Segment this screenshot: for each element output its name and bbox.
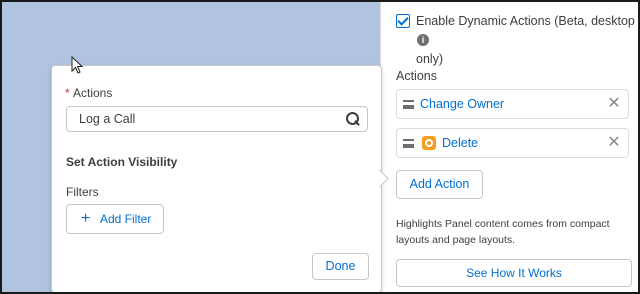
delete-action-icon <box>422 136 436 150</box>
filters-label: Filters <box>66 185 99 199</box>
dynamic-actions-checkbox[interactable] <box>396 14 410 28</box>
actions-search-value: Log a Call <box>79 112 136 126</box>
add-action-button[interactable]: Add Action <box>396 170 483 199</box>
properties-panel: Enable Dynamic Actions (Beta, desktopi on… <box>380 2 638 292</box>
drag-handle-icon[interactable] <box>403 100 414 109</box>
done-button[interactable]: Done <box>312 253 369 280</box>
required-marker: * <box>65 86 70 100</box>
dynamic-actions-label: Enable Dynamic Actions (Beta, desktopi on… <box>416 14 635 66</box>
remove-icon[interactable]: ✕ <box>606 95 622 113</box>
actions-section-label: Actions <box>396 69 437 83</box>
app-frame: Enable Dynamic Actions (Beta, desktopi on… <box>0 0 640 294</box>
action-item-change-owner[interactable]: Change Owner ✕ <box>396 89 629 119</box>
search-icon[interactable] <box>346 112 360 126</box>
add-filter-label: Add Filter <box>100 212 152 226</box>
actions-search-input[interactable]: Log a Call <box>66 106 368 132</box>
visibility-section-title: Set Action Visibility <box>66 155 178 169</box>
drag-handle-icon[interactable] <box>403 139 414 148</box>
help-text: Highlights Panel content comes from comp… <box>396 218 610 246</box>
actions-field-label: Actions <box>73 86 113 100</box>
action-item-label: Change Owner <box>420 97 505 111</box>
mouse-cursor-icon <box>71 56 84 74</box>
action-popover: * Actions Log a Call Set Action Visibili… <box>51 65 382 292</box>
see-how-it-works-button[interactable]: See How It Works <box>396 259 632 287</box>
add-filter-button[interactable]: + Add Filter <box>66 204 164 234</box>
info-icon[interactable]: i <box>417 34 429 46</box>
action-item-delete[interactable]: Delete ✕ <box>396 128 629 158</box>
action-item-label: Delete <box>442 136 479 150</box>
dynamic-actions-label-rest: only) <box>416 52 444 66</box>
plus-icon: + <box>81 210 91 227</box>
remove-icon[interactable]: ✕ <box>606 134 622 152</box>
